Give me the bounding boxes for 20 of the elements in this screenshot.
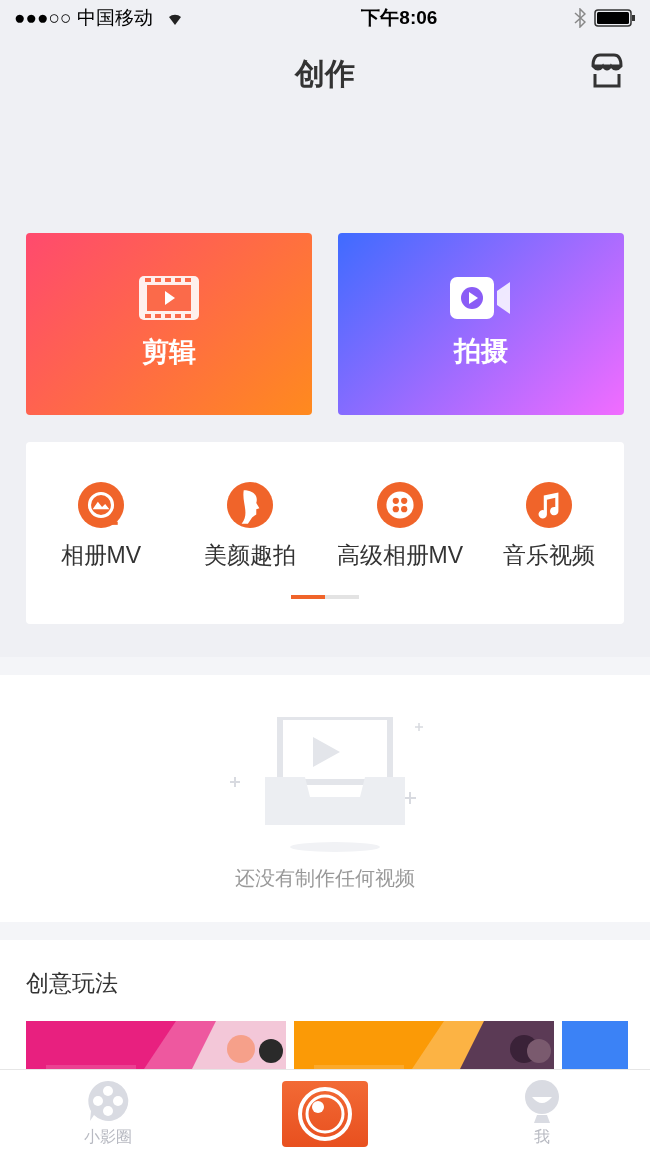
tool-button[interactable]: 高级相册MV: [325, 482, 475, 573]
music-note-icon: [526, 482, 573, 528]
face-profile-icon: [227, 482, 274, 528]
bluetooth-icon: [574, 8, 586, 28]
battery-icon: [594, 9, 636, 27]
lens-icon: [297, 1085, 353, 1142]
video-camera-icon: [450, 276, 512, 319]
tool-button[interactable]: 相册MV: [26, 482, 176, 573]
tool-button[interactable]: 美颜趣拍: [175, 482, 325, 573]
film-reel-icon: [86, 1078, 131, 1123]
film-reel-icon: [376, 482, 423, 528]
film-strip-icon: [139, 275, 199, 320]
tool-button[interactable]: 音乐视频: [474, 482, 624, 573]
user-icon: [522, 1078, 561, 1123]
status-time: 下午8:06: [361, 5, 438, 30]
picture-frame-icon: [77, 482, 124, 528]
empty-message: 还没有制作任何视频: [235, 866, 415, 891]
section-title: 创意玩法: [26, 969, 119, 998]
page-title: 创作: [295, 55, 355, 92]
carrier-label: ●●●○○ 中国移动: [14, 5, 153, 30]
